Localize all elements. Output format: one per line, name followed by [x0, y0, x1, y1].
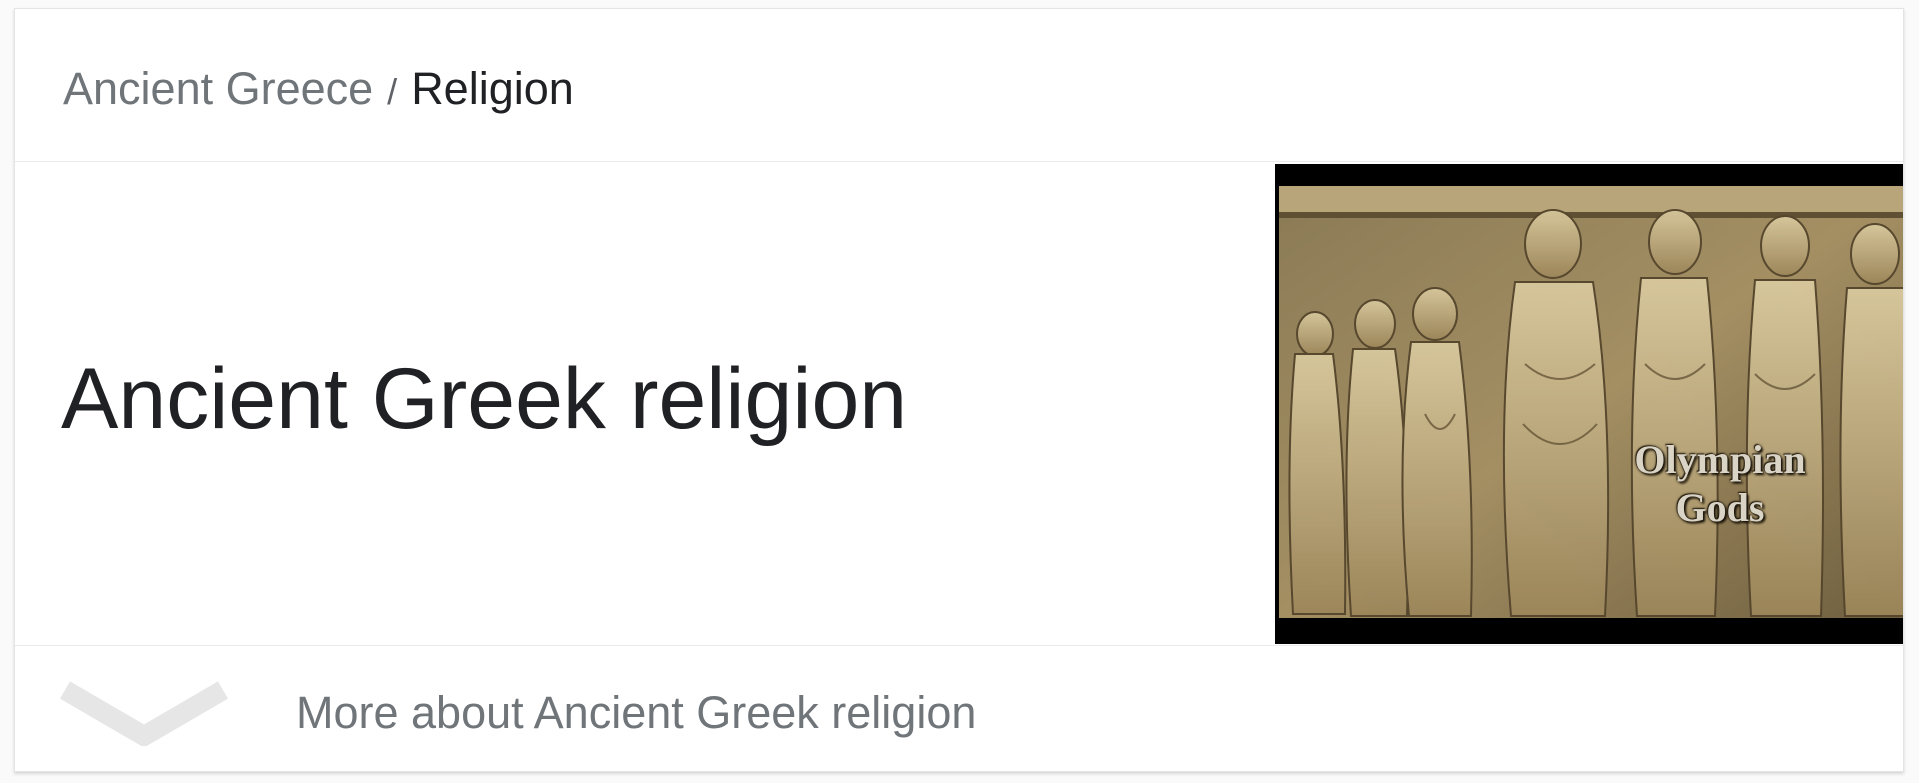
knowledge-card: Ancient Greece / Religion Ancient Greek re…: [14, 8, 1904, 772]
more-about-label: More about Ancient Greek religion: [296, 687, 977, 738]
relief-sculpture-image: [1275, 164, 1903, 644]
breadcrumb-separator: /: [387, 71, 398, 112]
chevron-down-icon: [59, 681, 229, 746]
more-about-button[interactable]: More about Ancient Greek religion: [15, 645, 1903, 771]
breadcrumb-trail: Ancient Greece / Religion: [63, 63, 574, 118]
breadcrumb-current: Religion: [411, 63, 574, 114]
breadcrumb: Ancient Greece / Religion: [15, 9, 1903, 162]
breadcrumb-link-parent[interactable]: Ancient Greece: [63, 63, 373, 114]
hero-image[interactable]: Olympian Gods: [1275, 164, 1903, 644]
entity-title: Ancient Greek religion: [61, 351, 908, 447]
